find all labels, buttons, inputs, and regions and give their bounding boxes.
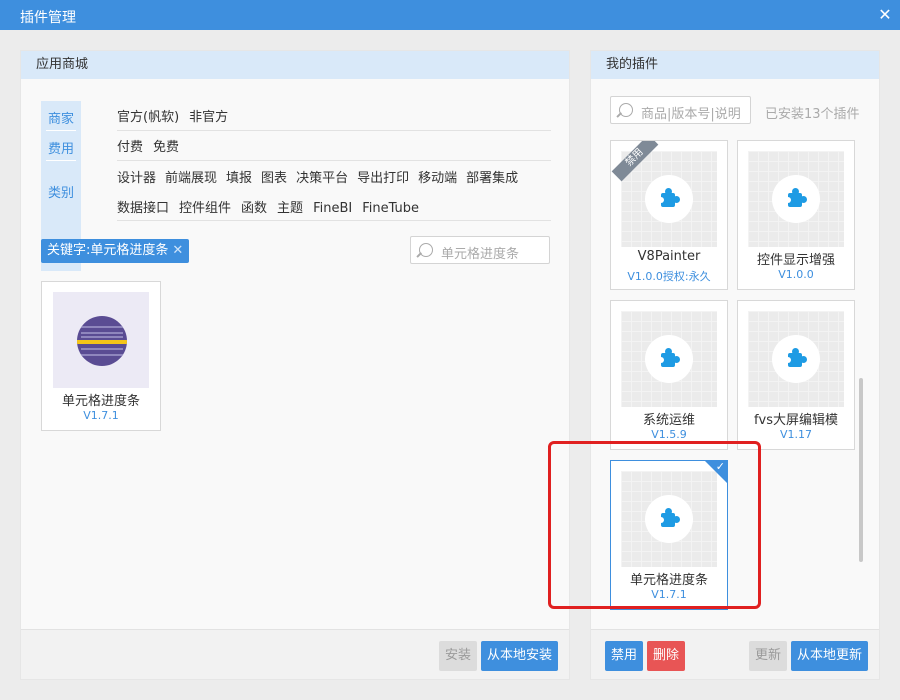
installed-plugin-card[interactable]: 禁用 V8Painter V1.0.0授权:永久	[610, 140, 728, 290]
puzzle-icon	[657, 187, 681, 211]
store-plugin-card[interactable]: 单元格进度条 V1.7.1	[41, 281, 161, 431]
category-option[interactable]: 填报	[226, 167, 252, 186]
filter-label-category: 类别	[47, 186, 74, 201]
puzzle-icon	[657, 347, 681, 371]
my-plugins-search-placeholder: 商品|版本号|说明	[641, 107, 741, 122]
category-option[interactable]: 主题	[277, 197, 303, 216]
highlight-box	[548, 441, 761, 609]
store-header: 应用商城	[21, 51, 569, 79]
plugin-version: V1.5.9	[651, 428, 687, 441]
filter-option-paid[interactable]: 付费	[117, 136, 143, 155]
store-footer: 安装 从本地安装	[21, 629, 569, 679]
store-panel: 应用商城 商家 费用 类别 官方(帆软) 非官方 付费 免费 设计器 前端展现 填报 图表…	[20, 50, 570, 680]
store-search-input[interactable]: 单元格进度条	[410, 236, 550, 264]
plugin-thumbnail	[53, 292, 149, 388]
puzzle-icon	[784, 347, 808, 371]
filter-option-official[interactable]: 官方(帆软)	[117, 106, 179, 125]
installed-plugin-card[interactable]: 系统运维 V1.5.9	[610, 300, 728, 450]
installed-count: 已安装13个插件	[765, 107, 860, 122]
plugin-name: 系统运维	[642, 413, 695, 428]
category-option[interactable]: 移动端	[418, 167, 457, 186]
search-icon	[419, 243, 433, 257]
filter-option-free[interactable]: 免费	[153, 136, 179, 155]
plugin-version: V1.0.0	[778, 268, 814, 281]
category-option[interactable]: 函数	[241, 197, 267, 216]
update-button[interactable]: 更新	[749, 641, 788, 671]
category-option[interactable]: 前端展现	[165, 167, 217, 186]
plugin-thumbnail	[621, 311, 717, 407]
category-option[interactable]: 控件组件	[179, 197, 231, 216]
my-plugins-footer: 禁用 删除 更新 从本地更新	[591, 629, 879, 679]
plugin-name: fvs大屏编辑模	[753, 413, 839, 428]
update-local-button[interactable]: 从本地更新	[791, 641, 869, 671]
plugin-thumbnail	[748, 311, 844, 407]
divider	[46, 160, 76, 161]
install-local-button[interactable]: 从本地安装	[481, 641, 559, 671]
installed-plugin-card[interactable]: 控件显示增强 V1.0.0	[737, 140, 855, 290]
keyword-tag: 关键字:单元格进度条 ✕	[41, 239, 190, 263]
my-plugins-scrollbar[interactable]	[859, 378, 863, 562]
category-option[interactable]: 部署集成	[466, 167, 518, 186]
my-plugins-header: 我的插件	[591, 51, 879, 79]
category-option[interactable]: 导出打印	[357, 167, 409, 186]
store-search-placeholder: 单元格进度条	[441, 247, 520, 262]
filter-label-vendor: 商家	[47, 112, 74, 127]
progress-bar-plugin-icon	[77, 316, 127, 366]
category-option[interactable]: 图表	[261, 167, 287, 186]
plugin-version: V1.17	[779, 428, 813, 441]
category-filter-row: 设计器 前端展现 填报 图表 决策平台 导出打印 移动端 部署集成 数据接口 控件组件 函数 主题 F…	[117, 167, 551, 221]
plugin-name: V8Painter	[637, 249, 701, 264]
installed-plugin-card[interactable]: fvs大屏编辑模 V1.17	[737, 300, 855, 450]
keyword-text: 关键字:单元格进度条	[47, 243, 169, 258]
divider	[46, 130, 76, 131]
category-option[interactable]: 决策平台	[296, 167, 348, 186]
plugin-thumbnail	[748, 151, 844, 247]
plugin-name: 单元格进度条	[61, 394, 140, 409]
search-icon	[619, 103, 633, 117]
plugin-version: V1.0.0授权:永久	[627, 270, 711, 283]
remove-keyword-icon[interactable]: ✕	[172, 243, 183, 258]
install-button[interactable]: 安装	[439, 641, 478, 671]
filter-label-fee: 费用	[47, 142, 74, 157]
category-option[interactable]: FineBI	[313, 201, 352, 216]
plugin-version: V1.7.1	[83, 409, 119, 422]
delete-button[interactable]: 删除	[647, 641, 686, 671]
fee-filter-row: 付费 免费	[117, 136, 551, 161]
my-plugins-search-input[interactable]: 商品|版本号|说明	[610, 96, 751, 124]
title-bar: 插件管理 ✕	[0, 0, 900, 30]
category-option[interactable]: 设计器	[117, 167, 156, 186]
plugin-name: 控件显示增强	[756, 253, 835, 268]
close-icon[interactable]: ✕	[870, 0, 900, 30]
vendor-filter-row: 官方(帆软) 非官方	[117, 106, 551, 131]
filter-option-unofficial[interactable]: 非官方	[189, 106, 228, 125]
category-option[interactable]: 数据接口	[117, 197, 169, 216]
window-title: 插件管理	[20, 10, 76, 26]
disable-button[interactable]: 禁用	[605, 641, 644, 671]
puzzle-icon	[784, 187, 808, 211]
category-option[interactable]: FineTube	[362, 201, 419, 216]
